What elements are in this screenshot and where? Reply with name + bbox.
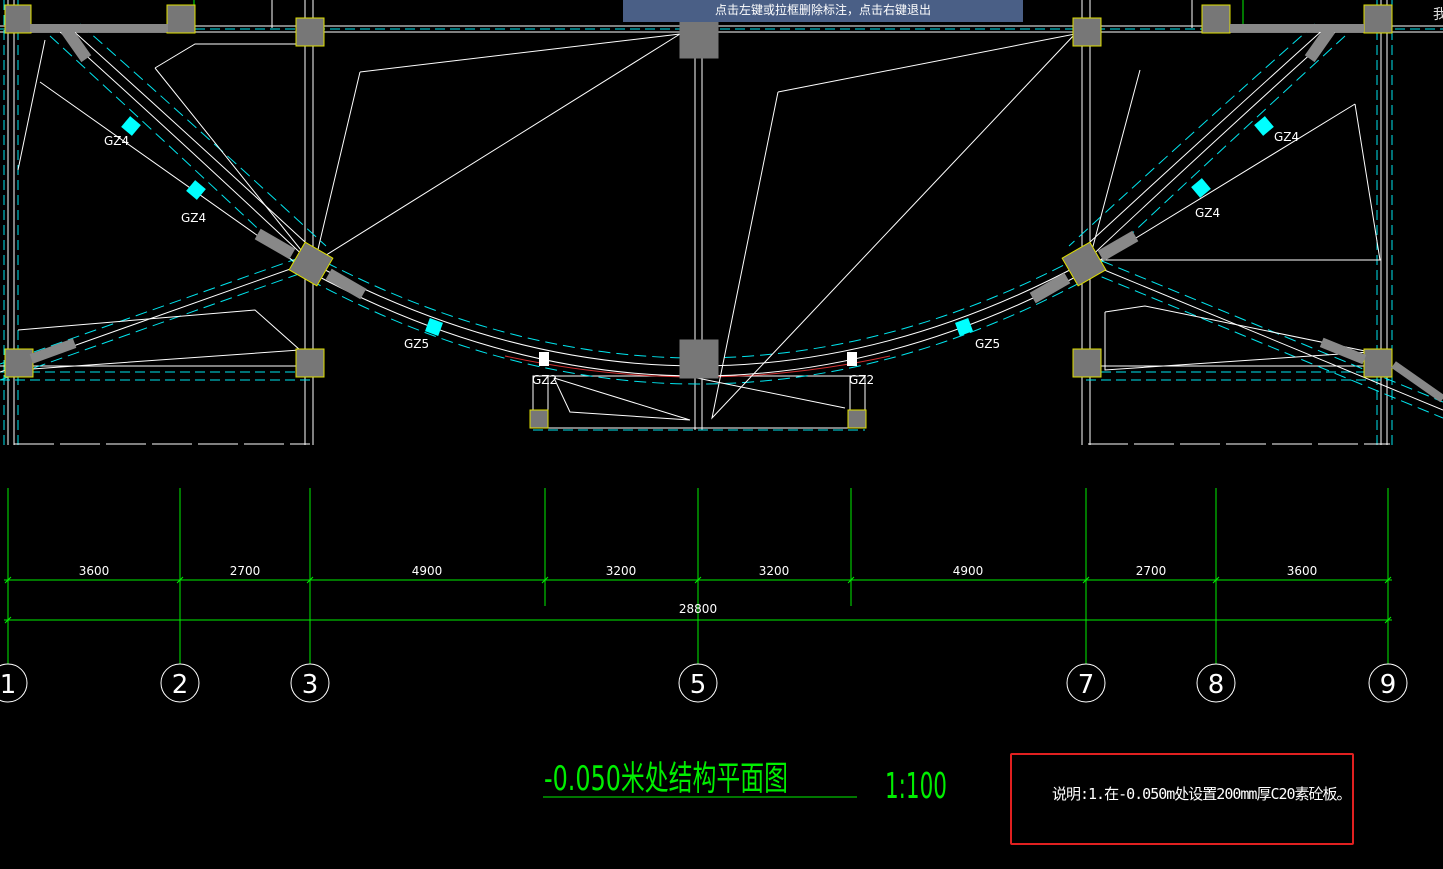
dimension-lines	[4, 488, 1392, 664]
column	[679, 21, 719, 59]
dimension-value: 4900	[412, 564, 443, 578]
column	[166, 4, 196, 34]
axis-label: 9	[1380, 670, 1397, 700]
dimension-value: 3200	[606, 564, 637, 578]
column	[1072, 348, 1102, 378]
column	[529, 409, 549, 429]
structural-lines	[0, 0, 1443, 445]
total-dimension: 28800	[679, 602, 717, 616]
axis-label: 5	[690, 670, 707, 700]
column-label: GZ4	[1195, 206, 1220, 220]
command-hint-banner: 点击左键或拉框删除标注，点击右键退出	[623, 0, 1023, 22]
axis-labels: 1 2 3 5 7 8 9	[0, 670, 1396, 700]
column-label: GZ2	[532, 373, 557, 387]
column-label: GZ4	[104, 134, 129, 148]
gz-column	[121, 116, 141, 136]
axis-label: 2	[172, 670, 189, 700]
gz-column	[539, 352, 549, 366]
dimension-value: 3600	[1287, 564, 1318, 578]
column	[4, 348, 34, 378]
drawing-title: -0.050米处结构平面图	[544, 759, 788, 799]
dimension-value: 3600	[79, 564, 110, 578]
gz-column	[847, 352, 857, 366]
column	[1363, 4, 1393, 34]
edge-text: 我	[1433, 7, 1443, 23]
column	[295, 17, 325, 47]
dimension-value: 4900	[953, 564, 984, 578]
dimension-value: 3200	[759, 564, 790, 578]
drawing-scale: 1:100	[885, 766, 947, 807]
gz-column	[1191, 178, 1211, 198]
dimension-value: 2700	[230, 564, 261, 578]
note-highlight-box[interactable]: 说明:1.在-0.050m处设置200mm厚C20素砼板。	[1010, 753, 1354, 845]
column-label: GZ4	[1274, 130, 1299, 144]
column-label: GZ2	[849, 373, 874, 387]
gz-column	[1254, 116, 1274, 136]
column	[1363, 348, 1393, 378]
column	[847, 409, 867, 429]
column	[1201, 4, 1231, 34]
column	[679, 339, 719, 379]
column-label: GZ5	[975, 337, 1000, 351]
column-label: GZ5	[404, 337, 429, 351]
column	[1072, 17, 1102, 47]
cad-drawing-canvas[interactable]: GZ4 GZ4 GZ5 GZ2 GZ2 GZ5 GZ4 GZ4 3600 270…	[0, 0, 1443, 869]
gz-column	[955, 318, 973, 336]
columns	[4, 4, 1443, 429]
axis-label: 8	[1208, 670, 1225, 700]
design-note: 说明:1.在-0.050m处设置200mm厚C20素砼板。	[1052, 785, 1352, 803]
axis-label: 3	[302, 670, 319, 700]
axis-label: 7	[1078, 670, 1095, 700]
dimension-value: 2700	[1136, 564, 1167, 578]
column	[295, 348, 325, 378]
axis-label: 1	[0, 670, 16, 700]
column-label: GZ4	[181, 211, 206, 225]
column	[4, 4, 32, 34]
